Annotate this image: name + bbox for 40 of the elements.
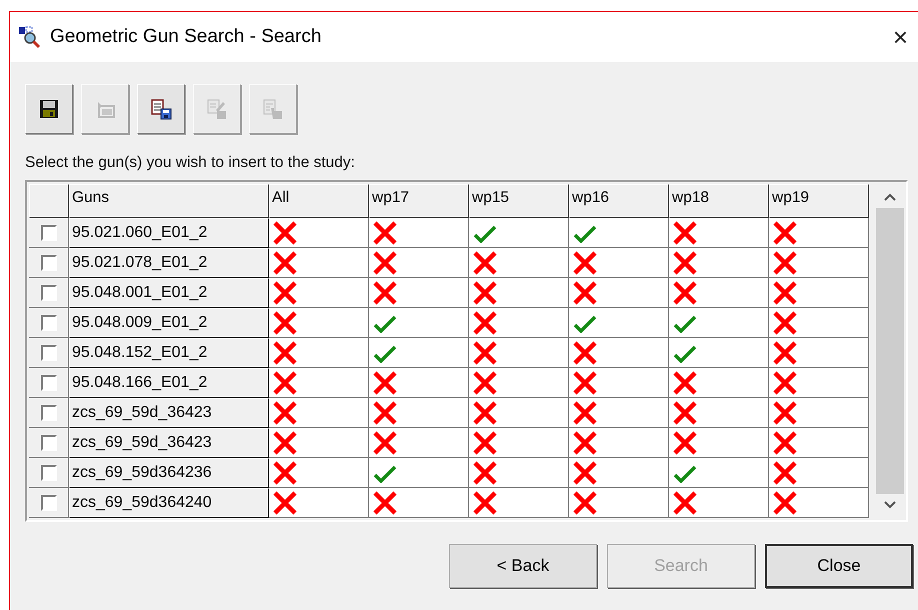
column-header[interactable]: wp19 [769,184,869,218]
checkbox[interactable] [40,344,56,360]
column-header[interactable]: Guns [69,184,269,218]
scroll-up-icon[interactable] [883,192,897,202]
dialog-button[interactable]: < Back [449,544,597,588]
document-pencil-icon [206,98,228,120]
dialog-button[interactable]: Close [765,544,913,588]
scroll-down-icon[interactable] [883,500,897,510]
column-header[interactable]: wp16 [569,184,669,218]
search-app-icon [18,25,42,49]
document-hand-icon [262,98,284,120]
window-title: Geometric Gun Search - Search [50,26,322,48]
checkbox[interactable] [40,404,56,420]
gun-name-cell: 95.048.152_E01_2 [69,338,269,368]
save-tool-button[interactable] [25,84,73,134]
checkbox[interactable] [40,314,56,330]
checkbox[interactable] [40,464,56,480]
gun-name-cell: 95.048.009_E01_2 [69,308,269,338]
column-header[interactable]: wp18 [669,184,769,218]
column-header[interactable]: wp17 [369,184,469,218]
checkbox[interactable] [40,224,56,240]
instruction-text: Select the gun(s) you wish to insert to the study: [25,154,356,172]
checkbox[interactable] [40,254,56,270]
gun-name-cell: zcs_69_59d_36423 [69,398,269,428]
column-header[interactable]: wp15 [469,184,569,218]
gun-name-cell: 95.021.060_E01_2 [69,218,269,248]
gun-name-cell: 95.048.166_E01_2 [69,368,269,398]
gun-name-cell: zcs_69_59d364236 [69,458,269,488]
close-button[interactable]: × [886,22,914,52]
save-as-tool-button[interactable] [137,84,185,134]
gun-name-cell: zcs_69_59d364240 [69,488,269,518]
checkbox[interactable] [40,374,56,390]
gun-name-cell: 95.021.078_E01_2 [69,248,269,278]
checkbox[interactable] [40,434,56,450]
checkbox[interactable] [40,284,56,300]
gun-name-cell: zcs_69_59d_36423 [69,428,269,458]
gun-name-cell: 95.048.001_E01_2 [69,278,269,308]
column-header[interactable]: All [269,184,369,218]
document-floppy-icon [150,98,172,120]
checkbox[interactable] [40,494,56,510]
